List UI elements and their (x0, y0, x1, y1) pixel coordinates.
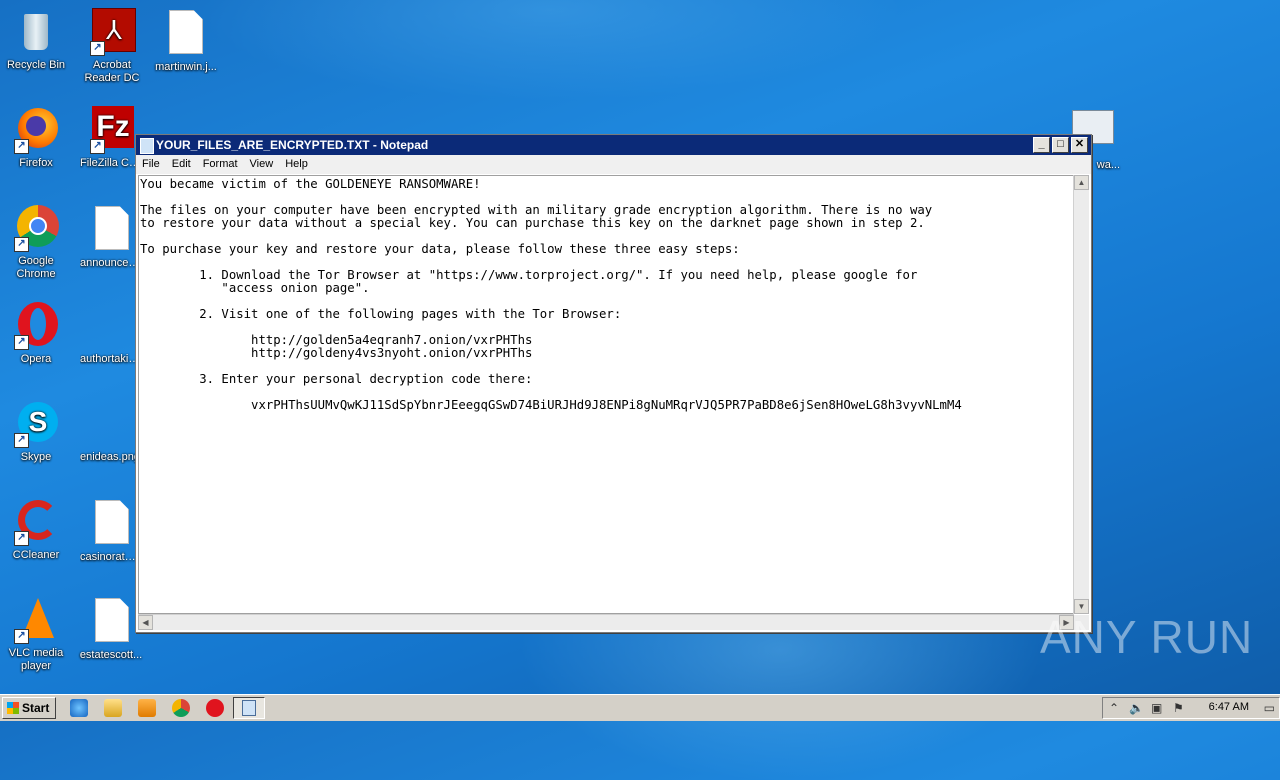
icon-label: Acrobat Reader DC (84, 59, 140, 84)
minimize-button[interactable]: _ (1033, 137, 1050, 153)
image-file-icon (88, 400, 136, 448)
document-icon (88, 206, 136, 254)
document-icon (88, 302, 136, 350)
opera-taskbar-icon[interactable] (206, 699, 224, 717)
media-player-icon[interactable] (138, 699, 156, 717)
shortcut-arrow-icon: ↗ (14, 433, 29, 448)
menu-edit[interactable]: Edit (166, 155, 197, 174)
vlc-cone-icon: ↗ (12, 596, 60, 644)
desktop-icon-acrobat[interactable]: ⅄ ↗ Acrobat Reader DC (74, 8, 150, 85)
icon-label: CCleaner (12, 549, 60, 561)
chrome-taskbar-icon[interactable] (172, 699, 190, 717)
icon-label: Skype (20, 451, 52, 463)
desktop-icon-skype[interactable]: S ↗ Skype (0, 400, 74, 464)
notepad-window[interactable]: YOUR_FILES_ARE_ENCRYPTED.TXT - Notepad _… (135, 134, 1092, 633)
anyrun-watermark: ANY RUN (1040, 611, 1254, 663)
title-bar[interactable]: YOUR_FILES_ARE_ENCRYPTED.TXT - Notepad _… (136, 135, 1091, 155)
icon-label: Opera (20, 353, 52, 365)
network-icon[interactable]: ▣ (1151, 701, 1162, 715)
volume-icon[interactable]: 🔈 (1129, 701, 1144, 715)
shortcut-arrow-icon: ↗ (14, 629, 29, 644)
icon-label: FileZilla Client (80, 157, 140, 169)
menu-help[interactable]: Help (279, 155, 314, 174)
maximize-button[interactable]: □ (1052, 137, 1069, 153)
shortcut-arrow-icon: ↗ (14, 139, 29, 154)
file-explorer-icon[interactable] (104, 699, 122, 717)
icon-label: announcem... (80, 257, 140, 269)
icon-label: enideas.png (80, 451, 140, 463)
filezilla-icon: Fz ↗ (88, 106, 136, 154)
recycle-bin-icon (12, 8, 60, 56)
show-hidden-icons-icon[interactable]: ⌃ (1109, 701, 1119, 715)
desktop-icon-chrome[interactable]: ↗ Google Chrome (0, 204, 74, 281)
icon-label: authortakin... (80, 353, 140, 365)
ccleaner-icon: ↗ (12, 498, 60, 546)
taskbar-notepad-button[interactable] (233, 697, 265, 719)
shortcut-arrow-icon: ↗ (90, 139, 105, 154)
shortcut-arrow-icon: ↗ (14, 531, 29, 546)
scroll-left-arrow-icon[interactable]: ◀ (138, 615, 153, 630)
start-button[interactable]: Start (2, 697, 56, 719)
chrome-icon: ↗ (12, 204, 60, 252)
system-tray: ⌃ 🔈 ▣ ⚑ 6:47 AM ▭ (1102, 697, 1280, 719)
document-icon (88, 500, 136, 548)
vertical-scrollbar[interactable]: ▲ ▼ (1073, 175, 1089, 614)
show-desktop-icon[interactable]: ▭ (1264, 701, 1275, 715)
wallpaper-light-streak (200, 0, 900, 100)
notepad-icon (242, 700, 256, 716)
desktop-icon-vlc[interactable]: ↗ VLC media player (0, 596, 74, 673)
menu-view[interactable]: View (244, 155, 280, 174)
document-icon (88, 598, 136, 646)
menu-bar: File Edit Format View Help (136, 155, 1091, 174)
icon-label: Recycle Bin (6, 59, 66, 71)
icon-label: Google Chrome (16, 255, 56, 280)
icon-label: estatescott... (79, 649, 143, 661)
icon-label: VLC media player (8, 647, 64, 672)
acrobat-icon: ⅄ ↗ (88, 8, 136, 56)
icon-label: martinwin.j... (155, 61, 217, 73)
text-editor[interactable]: You became victim of the GOLDENEYE RANSO… (138, 175, 1074, 614)
action-center-flag-icon[interactable]: ⚑ (1173, 701, 1184, 715)
firefox-icon: ↗ (12, 106, 60, 154)
clock[interactable]: 6:47 AM (1209, 701, 1249, 713)
icon-label: Firefox (19, 157, 53, 169)
desktop-icon-opera[interactable]: ↗ Opera (0, 302, 74, 366)
desktop-icon-firefox[interactable]: ↗ Firefox (0, 106, 74, 170)
document-icon (162, 10, 210, 58)
menu-format[interactable]: Format (197, 155, 244, 174)
internet-explorer-icon[interactable] (70, 699, 88, 717)
shortcut-arrow-icon: ↗ (14, 335, 29, 350)
horizontal-scrollbar[interactable]: ◀ ▶ (138, 614, 1074, 630)
notepad-icon (140, 138, 154, 154)
scroll-up-arrow-icon[interactable]: ▲ (1074, 175, 1089, 190)
icon-label: casinorathe... (80, 551, 140, 563)
shortcut-arrow-icon: ↗ (14, 237, 29, 252)
windows-flag-icon (7, 702, 19, 714)
desktop-icon-recycle-bin[interactable]: Recycle Bin (0, 8, 74, 72)
menu-file[interactable]: File (136, 155, 166, 174)
taskbar: Start ⌃ 🔈 ▣ ⚑ 6:47 AM ▭ (0, 694, 1280, 721)
opera-icon: ↗ (12, 302, 60, 350)
close-button[interactable]: ✕ (1071, 137, 1088, 153)
shortcut-arrow-icon: ↗ (90, 41, 105, 56)
start-label: Start (22, 701, 50, 715)
skype-icon: S ↗ (12, 400, 60, 448)
desktop-icon-ccleaner[interactable]: ↗ CCleaner (0, 498, 74, 562)
desktop-icon-martinwin[interactable]: martinwin.j... (148, 8, 224, 74)
window-title: YOUR_FILES_ARE_ENCRYPTED.TXT - Notepad (156, 138, 429, 152)
